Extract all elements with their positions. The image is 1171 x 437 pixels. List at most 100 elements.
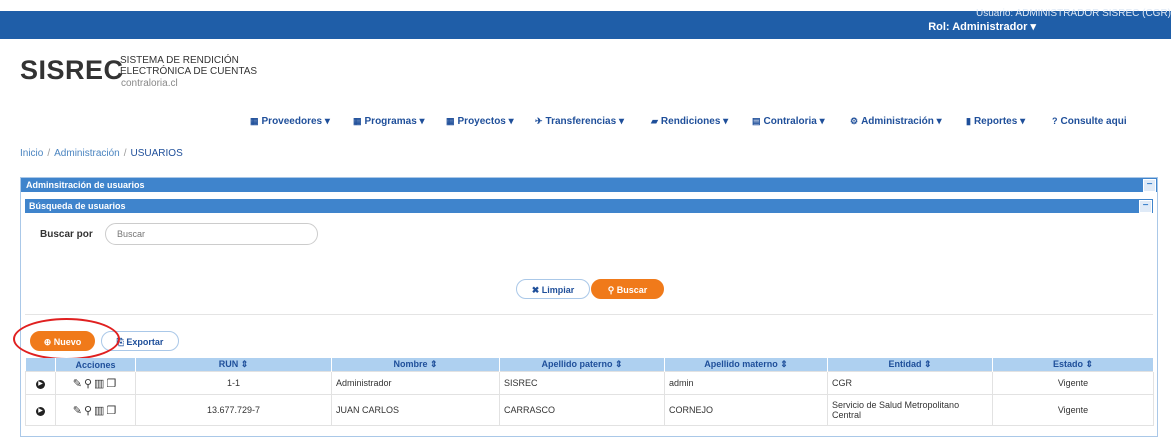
logo-main: SISREC	[20, 55, 124, 85]
nav-label: Reportes	[973, 116, 1018, 127]
expand-row-icon[interactable]: ▶	[36, 380, 45, 389]
document-icon: ▰	[651, 116, 658, 126]
table-row: ▶ ✎⚲▥❐ 1-1 Administrador SISREC admin CG…	[25, 371, 1154, 395]
nav-administracion[interactable]: ⚙ Administración ▾	[850, 116, 942, 127]
search-icon: ⚲	[607, 285, 615, 295]
nav-rendiciones[interactable]: ▰ Rendiciones ▾	[651, 116, 728, 127]
nav-programas[interactable]: ▦ Programas ▾	[353, 116, 425, 127]
search-icon[interactable]: ⚲	[84, 377, 94, 390]
user-info: Usuario: ADMINISTRADOR SISREC (CGR)	[975, 8, 1171, 19]
cogs-icon: ⚙	[850, 116, 859, 126]
chevron-down-icon: ▾	[419, 116, 425, 127]
cell-entidad: Servicio de Salud Metropolitano Central	[827, 394, 993, 426]
calendar-icon: ▦	[250, 116, 259, 126]
column-header-apellido-paterno[interactable]: Apellido paterno ⇕	[499, 358, 665, 372]
breadcrumb-current: USUARIOS	[130, 148, 183, 159]
bar-chart-icon: ▮	[966, 116, 971, 126]
question-icon: ?	[1052, 116, 1058, 126]
limpiar-label: Limpiar	[541, 285, 575, 295]
chevron-down-icon: ▾	[618, 116, 624, 127]
cell-run: 13.677.729-7	[135, 394, 332, 426]
top-bar: Usuario: ADMINISTRADOR SISREC (CGR) Rol:…	[0, 8, 1171, 39]
calendar-icon: ▦	[446, 116, 455, 126]
trash-icon[interactable]: ▥	[94, 404, 106, 417]
column-header-entidad[interactable]: Entidad ⇕	[827, 358, 993, 372]
expand-cell: ▶	[25, 371, 56, 395]
logo-line-2: ELECTRÓNICA DE CUENTAS	[120, 66, 258, 77]
breadcrumb-separator: /	[47, 148, 51, 159]
breadcrumb-home[interactable]: Inicio	[20, 148, 43, 159]
nav-label: Transferencias	[545, 116, 617, 127]
search-subpanel-title: Búsqueda de usuarios	[29, 201, 126, 211]
copy-icon[interactable]: ❐	[106, 404, 118, 417]
chevron-down-icon: ▾	[324, 116, 330, 127]
close-icon: ✖	[531, 285, 540, 295]
chevron-down-icon: ▾	[1030, 21, 1036, 33]
edit-icon[interactable]: ✎	[73, 377, 84, 390]
collapse-icon[interactable]: −	[1139, 200, 1152, 213]
nav-label: Rendiciones	[660, 116, 721, 127]
cell-apellido-materno: CORNEJO	[664, 394, 828, 426]
search-input[interactable]	[105, 223, 318, 245]
buscar-button[interactable]: ⚲ Buscar	[591, 279, 664, 299]
exportar-label: Exportar	[126, 337, 164, 347]
column-header-apellido-materno[interactable]: Apellido materno ⇕	[664, 358, 828, 372]
nav-transferencias[interactable]: ✈ Transferencias ▾	[535, 116, 624, 127]
collapse-icon[interactable]: −	[1143, 179, 1156, 192]
logo-line-1: SISTEMA DE RENDICIÓN	[120, 55, 239, 66]
nav-label: Programas	[364, 116, 417, 127]
copy-icon[interactable]: ❐	[106, 377, 118, 390]
expand-row-icon[interactable]: ▶	[36, 407, 45, 416]
panel-title: Adminsitración de usuarios	[26, 180, 145, 190]
edit-icon[interactable]: ✎	[73, 404, 84, 417]
file-icon: ▤	[752, 116, 761, 126]
column-header-estado[interactable]: Estado ⇕	[992, 358, 1154, 372]
cell-entidad: CGR	[827, 371, 993, 395]
column-header-acciones: Acciones	[55, 358, 136, 372]
users-admin-panel: Adminsitración de usuarios − Búsqueda de…	[13, 177, 1158, 437]
buscar-label: Buscar	[616, 285, 648, 295]
chevron-down-icon: ▾	[723, 116, 729, 127]
actions-cell: ✎⚲▥❐	[55, 394, 136, 426]
cell-nombre: JUAN CARLOS	[331, 394, 500, 426]
breadcrumb-administracion[interactable]: Administración	[54, 148, 120, 159]
limpiar-button[interactable]: ✖ Limpiar	[516, 279, 590, 299]
logo: SISREC SISTEMA DE RENDICIÓN ELECTRÓNICA …	[20, 55, 257, 89]
nav-label: Proyectos	[457, 116, 506, 127]
search-subpanel-header: Búsqueda de usuarios −	[25, 199, 1153, 213]
nav-label: Administración	[861, 116, 934, 127]
logo-line-3: contraloria.cl	[121, 78, 178, 89]
users-table: Acciones RUN ⇕ Nombre ⇕ Apellido paterno…	[25, 358, 1154, 426]
table-header-row: Acciones RUN ⇕ Nombre ⇕ Apellido paterno…	[25, 358, 1154, 372]
table-row: ▶ ✎⚲▥❐ 13.677.729-7 JUAN CARLOS CARRASCO…	[25, 394, 1154, 426]
column-header-nombre[interactable]: Nombre ⇕	[331, 358, 500, 372]
nav-proyectos[interactable]: ▦ Proyectos ▾	[446, 116, 514, 127]
nav-label: Contraloria	[763, 116, 817, 127]
nav-label: Proveedores	[261, 116, 323, 127]
highlight-circle	[13, 318, 120, 360]
chevron-down-icon: ▾	[819, 116, 825, 127]
expand-cell: ▶	[25, 394, 56, 426]
nav-label: Consulte aqui	[1060, 116, 1127, 127]
nav-proveedores[interactable]: ▦ Proveedores ▾	[250, 116, 330, 127]
cell-nombre: Administrador	[331, 371, 500, 395]
chevron-down-icon: ▾	[1020, 116, 1026, 127]
chevron-down-icon: ▾	[936, 116, 942, 127]
cell-estado: Vigente	[992, 371, 1154, 395]
panel-header: Adminsitración de usuarios −	[21, 178, 1157, 192]
cell-apellido-paterno: CARRASCO	[499, 394, 665, 426]
cell-estado: Vigente	[992, 394, 1154, 426]
nav-contraloria[interactable]: ▤ Contraloria ▾	[752, 116, 825, 127]
nav-reportes[interactable]: ▮ Reportes ▾	[966, 116, 1025, 127]
search-label: Buscar por	[40, 229, 93, 240]
calendar-icon: ▦	[353, 116, 362, 126]
trash-icon[interactable]: ▥	[94, 377, 106, 390]
role-label: Rol: Administrador	[928, 21, 1028, 33]
search-icon[interactable]: ⚲	[84, 404, 94, 417]
nav-consulte-aqui[interactable]: ? Consulte aqui	[1052, 116, 1127, 127]
actions-cell: ✎⚲▥❐	[55, 371, 136, 395]
chevron-down-icon: ▾	[508, 116, 514, 127]
column-header-run[interactable]: RUN ⇕	[135, 358, 332, 372]
role-dropdown[interactable]: Rol: Administrador ▾	[928, 20, 1036, 33]
breadcrumb: Inicio / Administración / USUARIOS	[20, 148, 183, 159]
